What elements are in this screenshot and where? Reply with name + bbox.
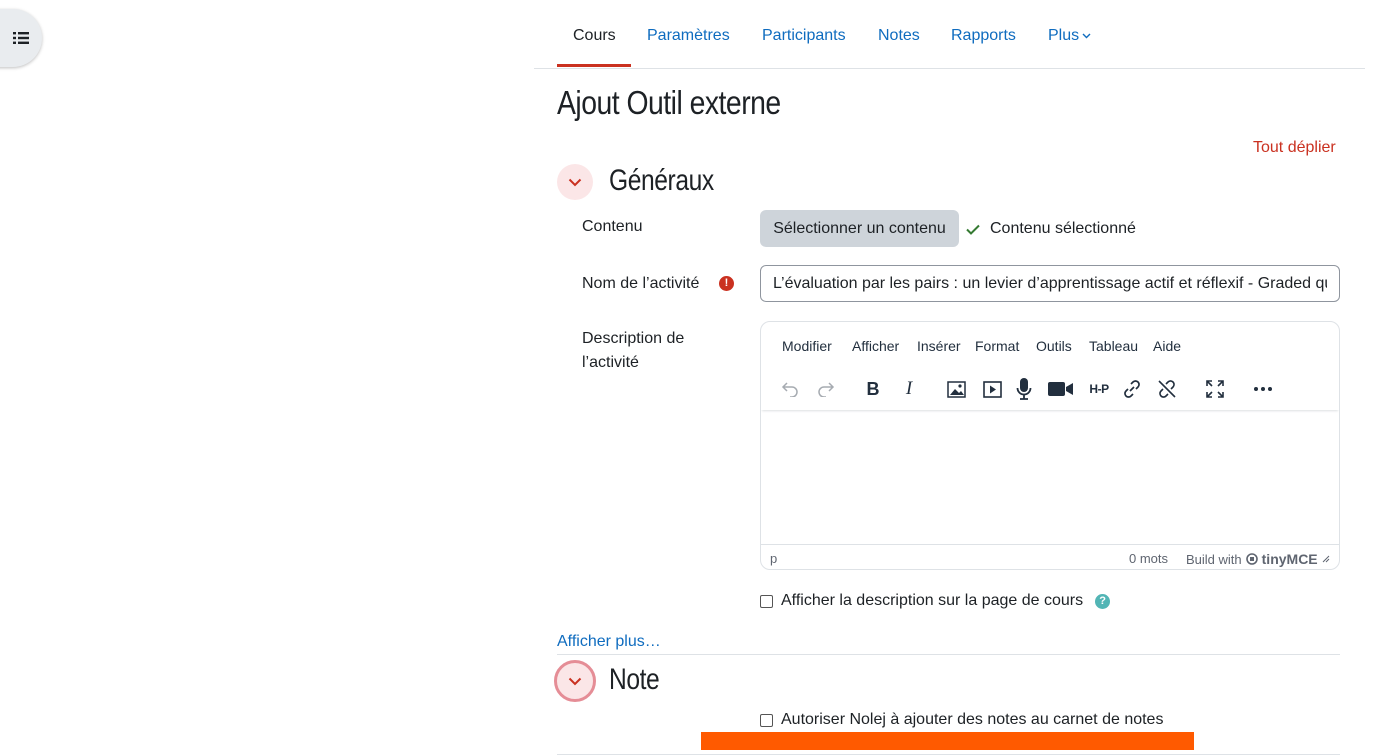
help-icon[interactable]: ? (1095, 593, 1111, 609)
content-selected-status: Contenu sélectionné (966, 220, 1136, 238)
activity-name-label: Nom de l’activité (582, 275, 700, 292)
unlink-icon[interactable] (1154, 376, 1180, 402)
tinymce-branding[interactable]: Build with tinyMCE (1186, 551, 1330, 567)
grade-section-collapse-toggle[interactable] (554, 660, 596, 702)
activity-name-input[interactable] (760, 265, 1340, 302)
video-icon[interactable] (1048, 376, 1074, 402)
section-divider (557, 654, 1340, 655)
resize-handle-icon[interactable] (1322, 555, 1330, 563)
tab-rapports[interactable]: Rapports (951, 27, 1016, 45)
editor-toolbar: B I H-P (761, 368, 1339, 410)
tab-plus[interactable]: Plus (1048, 27, 1091, 45)
grade-section-title: Note (609, 663, 660, 696)
chevron-down-icon (1082, 33, 1091, 39)
show-description-checkbox[interactable] (760, 594, 773, 608)
menu-aide[interactable]: Aide (1153, 338, 1181, 354)
chevron-down-icon (568, 178, 582, 186)
tab-parametres[interactable]: Paramètres (647, 27, 730, 45)
undo-icon[interactable] (777, 376, 803, 402)
required-icon: ! (719, 276, 734, 291)
chevron-down-icon (568, 677, 582, 685)
page-title: Ajout Outil externe (557, 84, 781, 121)
check-icon (966, 224, 980, 235)
bottom-divider (557, 754, 1340, 755)
more-icon[interactable] (1250, 376, 1276, 402)
allow-grades-row: Autoriser Nolej à ajouter des notes au c… (760, 711, 1163, 729)
tab-plus-label: Plus (1048, 27, 1080, 44)
course-index-toggle[interactable] (0, 9, 42, 67)
menu-modifier[interactable]: Modifier (782, 338, 832, 354)
tab-notes[interactable]: Notes (878, 27, 920, 45)
select-content-button[interactable]: Sélectionner un contenu (760, 210, 959, 247)
activity-description-label: Description de l’activité (582, 330, 685, 371)
bold-icon[interactable]: B (860, 376, 886, 402)
editor-content-area[interactable] (761, 412, 1339, 546)
microphone-icon[interactable] (1011, 376, 1037, 402)
content-label: Contenu (582, 218, 643, 235)
highlight-bar (701, 732, 1194, 750)
show-description-label: Afficher la description sur la page de c… (781, 592, 1084, 609)
list-icon (13, 32, 29, 44)
h5p-icon[interactable]: H-P (1084, 376, 1114, 402)
redo-icon[interactable] (813, 376, 839, 402)
fullscreen-icon[interactable] (1202, 376, 1228, 402)
general-section-collapse-toggle[interactable] (557, 164, 593, 200)
description-editor: Modifier Afficher Insérer Format Outils … (760, 321, 1340, 570)
menu-format[interactable]: Format (975, 338, 1019, 354)
menu-outils[interactable]: Outils (1036, 338, 1072, 354)
general-section-title: Généraux (609, 164, 714, 197)
tab-participants[interactable]: Participants (762, 27, 846, 45)
menu-inserer[interactable]: Insérer (917, 338, 961, 354)
build-with-text: Build with (1186, 551, 1242, 567)
secondary-navigation: Cours Paramètres Participants Notes Rapp… (534, 0, 1365, 69)
tab-cours[interactable]: Cours (573, 27, 616, 45)
allow-grades-label: Autoriser Nolej à ajouter des notes au c… (781, 711, 1164, 728)
editor-menubar: Modifier Afficher Insérer Format Outils … (761, 334, 1339, 358)
expand-all-link[interactable]: Tout déplier (1253, 139, 1336, 157)
media-icon[interactable] (979, 376, 1005, 402)
content-selected-text: Contenu sélectionné (990, 220, 1136, 237)
show-more-link[interactable]: Afficher plus… (557, 633, 661, 651)
italic-icon[interactable]: I (896, 376, 922, 402)
word-count[interactable]: 0 mots (1129, 551, 1168, 566)
active-tab-indicator (557, 64, 631, 67)
image-icon[interactable] (943, 376, 969, 402)
link-icon[interactable] (1119, 376, 1145, 402)
tinymce-brand-text: tinyMCE (1261, 551, 1318, 567)
element-path[interactable]: p (770, 551, 777, 566)
menu-afficher[interactable]: Afficher (852, 338, 899, 354)
editor-statusbar: p 0 mots Build with tinyMCE (761, 544, 1339, 569)
menu-tableau[interactable]: Tableau (1089, 338, 1138, 354)
tinymce-logo-icon (1245, 553, 1258, 565)
allow-grades-checkbox[interactable] (760, 713, 773, 727)
show-description-row: Afficher la description sur la page de c… (760, 592, 1111, 610)
